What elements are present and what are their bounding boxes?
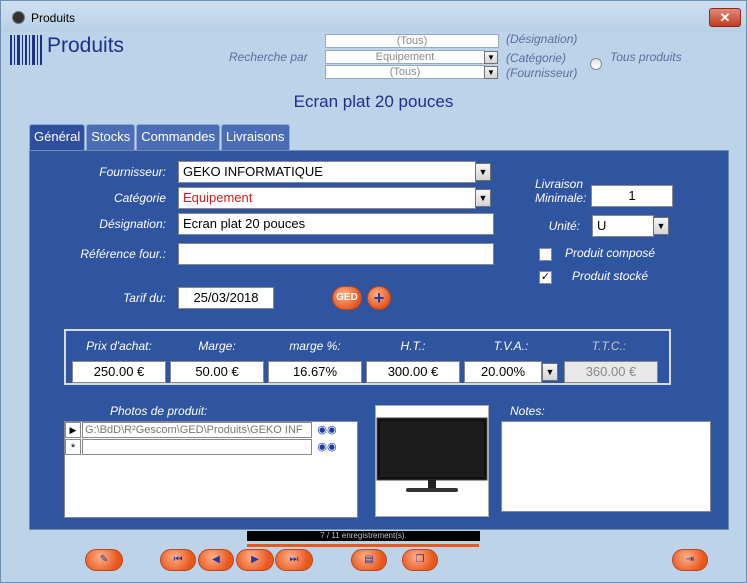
price-ht-header: H.T.:: [400, 339, 426, 353]
add-button[interactable]: +: [367, 286, 391, 310]
binoculars-icon[interactable]: ◉◉: [317, 423, 337, 437]
binoculars-icon[interactable]: ◉◉: [317, 440, 337, 454]
search-supplier-dropdown-button[interactable]: ▼: [484, 66, 498, 79]
chevron-down-icon: ▼: [656, 221, 666, 231]
search-designation-input[interactable]: (Tous): [325, 34, 499, 48]
price-box: Prix d'achat: Marge: marge %: H.T.: T.V.…: [64, 329, 671, 385]
product-name-heading: Ecran plat 20 pouces: [293, 92, 454, 111]
new-record-button[interactable]: ▤: [351, 549, 387, 571]
copy-record-icon: ❐: [415, 554, 425, 565]
last-record-button[interactable]: ⏭: [275, 549, 313, 571]
notes-field[interactable]: [501, 421, 711, 512]
chevron-down-icon: ▼: [478, 167, 488, 177]
form-client: Produits Recherche par (Tous) Equipement…: [7, 32, 740, 578]
margin-field[interactable]: 50.00 €: [170, 361, 264, 383]
monitor-image: [376, 417, 488, 492]
edit-button[interactable]: ✎: [85, 549, 123, 571]
unit-label: Unité:: [548, 219, 580, 233]
hint-designation: (Désignation): [506, 32, 578, 46]
search-category-select[interactable]: Equipement: [325, 50, 485, 64]
all-products-label: Tous produits: [610, 50, 682, 64]
category-select[interactable]: Equipement: [178, 187, 476, 209]
next-record-button[interactable]: ▶: [236, 549, 274, 571]
tab-bar: Général Stocks Commandes Livraisons: [29, 124, 291, 152]
notes-label: Notes:: [510, 404, 545, 418]
current-row-selector[interactable]: ▶: [65, 422, 81, 438]
tva-dropdown-button[interactable]: ▼: [542, 363, 558, 381]
window: Produits ✕ Produits Recherche par (Tous)…: [0, 0, 747, 583]
price-ttc-header: T.T.C.:: [591, 339, 627, 353]
prev-record-button[interactable]: ◀: [198, 549, 234, 571]
app-icon[interactable]: [12, 11, 25, 24]
composed-checkbox[interactable]: [539, 248, 552, 261]
all-products-radio[interactable]: [590, 58, 602, 70]
price-ht-field[interactable]: 300.00 €: [366, 361, 460, 383]
app-title: Produits: [47, 34, 125, 57]
window-title: Produits: [31, 11, 76, 25]
general-panel: Fournisseur: GEKO INFORMATIQUE ▼ Catégor…: [29, 150, 729, 530]
title-bar: Produits ✕: [1, 1, 746, 32]
chevron-down-icon: ▼: [478, 193, 488, 203]
designation-label: Désignation:: [99, 217, 166, 231]
first-record-button[interactable]: ⏮: [160, 549, 196, 571]
margin-percent-field[interactable]: 16.67%: [268, 361, 362, 383]
min-delivery-field[interactable]: 1: [591, 185, 673, 207]
search-category-dropdown-button[interactable]: ▼: [484, 51, 498, 64]
unit-dropdown-button[interactable]: ▼: [653, 217, 669, 235]
purchase-price-field[interactable]: 250.00 €: [72, 361, 166, 383]
new-record-icon: ▤: [364, 554, 374, 565]
new-row-selector[interactable]: *: [65, 439, 81, 455]
copy-record-button[interactable]: ❐: [402, 549, 438, 571]
barcode-icon: [10, 35, 46, 65]
unit-select[interactable]: U: [592, 215, 654, 237]
photos-list: ▶ G:\BdD\R²Gescom\GED\Produits\GEKO INF …: [64, 421, 358, 518]
reference-field[interactable]: [178, 243, 494, 265]
min-delivery-label-line2: Minimale:: [535, 191, 587, 205]
prev-record-icon: ◀: [212, 554, 220, 565]
tab-stocks[interactable]: Stocks: [86, 124, 136, 150]
next-record-icon: ▶: [251, 554, 259, 565]
designation-field[interactable]: Ecran plat 20 pouces: [178, 213, 494, 235]
supplier-dropdown-button[interactable]: ▼: [475, 163, 491, 181]
first-record-icon: ⏮: [173, 554, 183, 565]
last-record-icon: ⏭: [289, 554, 299, 565]
stocked-checkbox[interactable]: ✓: [539, 271, 552, 284]
supplier-label: Fournisseur:: [99, 165, 166, 179]
record-progress-bar: [247, 544, 480, 547]
hint-category: (Catégorie): [506, 51, 567, 65]
exit-button[interactable]: ⇥: [672, 549, 708, 571]
reference-label: Référence four.:: [80, 247, 166, 261]
tab-general[interactable]: Général: [29, 124, 86, 152]
tab-commandes[interactable]: Commandes: [136, 124, 220, 150]
product-image: [375, 405, 489, 517]
tva-header: T.V.A.:: [493, 339, 529, 353]
close-button[interactable]: ✕: [709, 8, 741, 27]
margin-percent-header: marge %:: [289, 339, 341, 353]
close-icon: ✕: [719, 10, 731, 25]
price-ttc-field: 360.00 €: [564, 361, 658, 383]
ged-button[interactable]: GED: [332, 286, 362, 310]
min-delivery-label-line1: Livraison: [535, 177, 584, 191]
search-supplier-select[interactable]: (Tous): [325, 65, 485, 79]
chevron-down-icon: ▼: [545, 367, 555, 377]
supplier-select[interactable]: GEKO INFORMATIQUE: [178, 161, 476, 183]
category-label: Catégorie: [113, 191, 166, 205]
hint-supplier: (Fournisseur): [506, 66, 578, 80]
record-status: 7 / 11 enregistrement(s).: [247, 531, 480, 541]
tariff-date-field[interactable]: 25/03/2018: [178, 287, 274, 309]
search-by-label: Recherche par: [229, 50, 308, 64]
edit-icon: ✎: [99, 554, 109, 565]
tva-select[interactable]: 20.00%: [464, 361, 542, 383]
tab-livraisons[interactable]: Livraisons: [220, 124, 290, 150]
purchase-price-header: Prix d'achat:: [86, 339, 152, 353]
photos-label: Photos de produit:: [110, 404, 208, 418]
composed-label: Produit composé: [565, 246, 656, 260]
tariff-label: Tarif du:: [123, 291, 166, 305]
photo-path-cell[interactable]: G:\BdD\R²Gescom\GED\Produits\GEKO INF: [82, 422, 312, 438]
stocked-label: Produit stocké: [572, 269, 649, 283]
photo-path-new-cell[interactable]: [82, 439, 312, 455]
category-dropdown-button[interactable]: ▼: [475, 189, 491, 207]
exit-icon: ⇥: [685, 554, 695, 565]
margin-header: Marge:: [198, 339, 236, 353]
